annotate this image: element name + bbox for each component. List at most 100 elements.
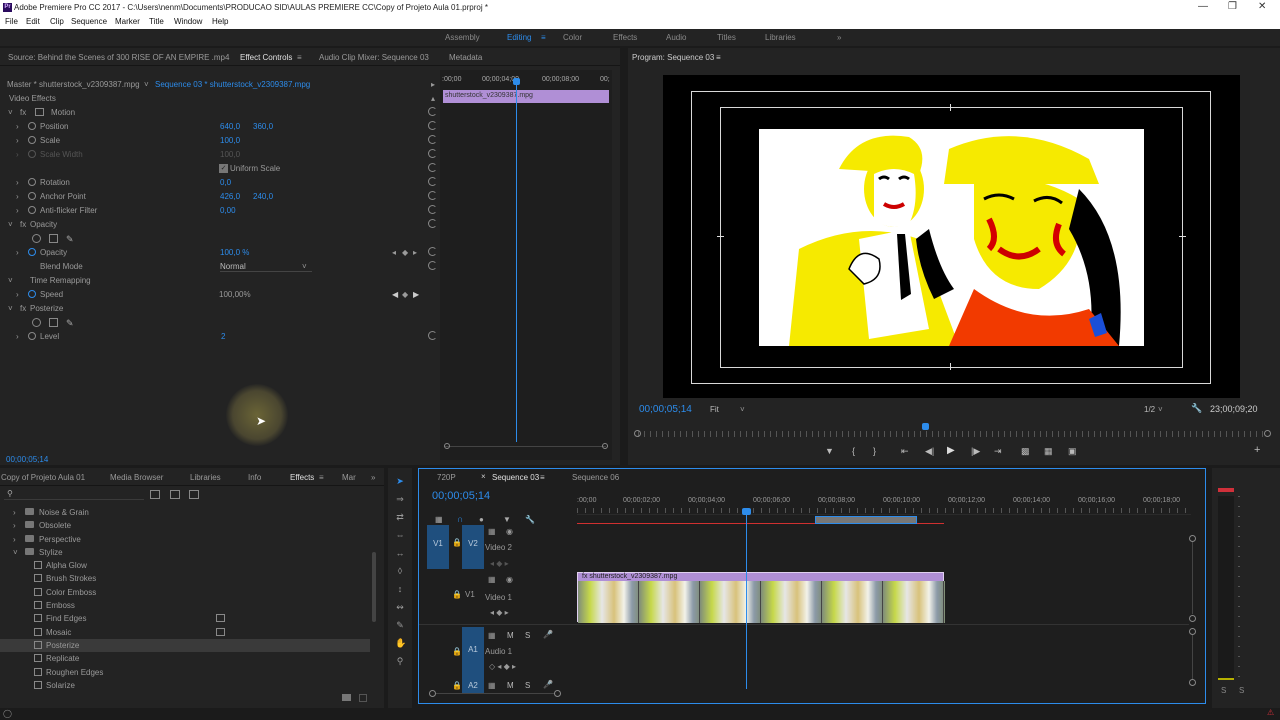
stopwatch-active-icon[interactable] — [28, 290, 36, 298]
source-patch-v1[interactable]: V1 — [427, 525, 449, 569]
effects-search-input[interactable]: ⚲ — [4, 489, 144, 500]
tab-media-browser[interactable]: Media Browser — [110, 473, 163, 482]
list-item[interactable]: Mosaic — [0, 626, 370, 639]
rectangle-mask-icon[interactable] — [49, 318, 58, 327]
mini-clip-bar[interactable]: shutterstock_v2309387.mpg — [443, 90, 609, 103]
tab-sequence-06[interactable]: Sequence 06 — [572, 473, 619, 482]
reset-icon[interactable] — [428, 163, 437, 172]
razor-tool-icon[interactable]: ◊ — [395, 566, 405, 576]
export-frame-icon[interactable]: ▣ — [1068, 446, 1077, 457]
zoom-handle[interactable] — [1189, 628, 1196, 635]
32bit-effects-icon[interactable] — [170, 490, 180, 499]
stopwatch-icon[interactable] — [28, 136, 36, 144]
workspace-assembly[interactable]: Assembly — [445, 33, 480, 42]
opacity-effect-row[interactable]: ˅ fx Opacity — [0, 218, 440, 232]
disclosure-open-icon[interactable]: ˅ — [8, 220, 13, 229]
workspace-effects[interactable]: Effects — [613, 33, 637, 42]
reset-icon[interactable] — [428, 121, 437, 130]
menu-help[interactable]: Help — [212, 17, 228, 26]
keyframe-nav-icon[interactable]: ◂ ◆ ▸ — [490, 608, 509, 617]
zoom-handle[interactable] — [1189, 615, 1196, 622]
ec-timecode[interactable]: 00;00;05;14 — [6, 455, 48, 464]
list-item[interactable]: Emboss — [0, 599, 370, 612]
resolution-select[interactable]: 1/2 — [1144, 405, 1155, 414]
disclosure-icon[interactable]: › — [13, 508, 16, 517]
ripple-edit-tool-icon[interactable]: ⇄ — [395, 512, 405, 522]
zoom-handle[interactable] — [554, 690, 561, 697]
list-item-selected[interactable]: Posterize — [0, 639, 370, 652]
mini-playhead-handle[interactable] — [513, 78, 520, 85]
posterize-effect-row[interactable]: ˅ fx Posterize — [0, 302, 440, 316]
horizontal-scrollbar[interactable] — [436, 693, 554, 694]
menu-title[interactable]: Title — [149, 17, 164, 26]
status-icon[interactable]: ◯ — [3, 709, 12, 718]
selection-tool-icon[interactable]: ➤ — [395, 476, 405, 486]
tab-menu-icon[interactable]: ≡ — [319, 473, 324, 482]
timeline-playhead[interactable] — [746, 511, 747, 689]
sync-lock-icon[interactable]: ▦ — [488, 575, 496, 584]
level-value[interactable]: 2 — [221, 332, 225, 341]
motion-effect-row[interactable]: ˅ fx Motion — [0, 106, 440, 120]
timeline-timecode[interactable]: 00;00;05;14 — [432, 490, 490, 502]
tab-sequence-03[interactable]: Sequence 03 — [492, 473, 539, 482]
tab-720p[interactable]: 720P — [437, 473, 456, 482]
video-audio-divider[interactable] — [419, 624, 1189, 625]
program-monitor-title[interactable]: Program: Sequence 03 — [632, 53, 714, 62]
track-name-video-2[interactable]: Video 2 — [485, 543, 512, 552]
lock-icon[interactable]: 🔒 — [452, 647, 462, 656]
stopwatch-icon[interactable] — [28, 192, 36, 200]
microphone-icon[interactable]: 🎤 — [543, 630, 553, 639]
workspace-titles[interactable]: Titles — [717, 33, 736, 42]
add-keyframe-icon[interactable]: ◆ — [402, 248, 408, 257]
timeline-playhead-handle[interactable] — [742, 508, 751, 515]
close-icon[interactable]: × — [481, 472, 486, 481]
go-to-out-icon[interactable]: ⇥ — [994, 446, 1002, 457]
rate-stretch-tool-icon[interactable]: ↔ — [395, 548, 405, 558]
tab-effects[interactable]: Effects — [290, 473, 314, 482]
reset-icon[interactable] — [428, 331, 437, 340]
mark-out-icon[interactable]: } — [873, 446, 876, 456]
list-item[interactable]: Brush Strokes — [0, 572, 370, 585]
stopwatch-icon[interactable] — [28, 122, 36, 130]
list-item[interactable]: ˅ Stylize — [0, 546, 370, 559]
scale-value[interactable]: 100,0 — [220, 136, 240, 145]
tab-libraries[interactable]: Libraries — [190, 473, 221, 482]
track-name-video-1[interactable]: Video 1 — [485, 593, 512, 602]
mute-button[interactable]: M — [507, 681, 514, 690]
disclosure-icon[interactable]: › — [16, 248, 19, 257]
list-item[interactable]: Color Emboss — [0, 586, 370, 599]
collapse-icon[interactable]: ▴ — [431, 94, 435, 103]
rotation-value[interactable]: 0,0 — [220, 178, 231, 187]
tab-menu-icon[interactable]: ≡ — [540, 473, 545, 482]
slip-tool-icon[interactable]: ↕ — [395, 584, 405, 594]
reset-icon[interactable] — [428, 205, 437, 214]
stopwatch-icon[interactable] — [28, 332, 36, 340]
zoom-handle[interactable] — [1189, 679, 1196, 686]
tab-metadata[interactable]: Metadata — [449, 53, 482, 62]
fx-badge-icon[interactable]: fx — [20, 304, 26, 313]
disclosure-open-icon[interactable]: ˅ — [8, 304, 13, 313]
trash-icon[interactable] — [359, 694, 367, 702]
add-keyframe-icon[interactable]: ◆ — [402, 290, 408, 299]
extract-icon[interactable]: ▦ — [1044, 446, 1053, 457]
list-item[interactable]: › Perspective — [0, 533, 370, 546]
mini-playhead[interactable] — [516, 80, 517, 442]
disclosure-icon[interactable]: › — [16, 178, 19, 187]
mute-button[interactable]: M — [507, 631, 514, 640]
motion-transform-icon[interactable] — [35, 108, 44, 116]
list-item[interactable]: Solarize — [0, 679, 370, 692]
track-target-a1[interactable]: A1 — [462, 627, 484, 685]
microphone-icon[interactable]: 🎤 — [543, 680, 553, 689]
video-clip-v1[interactable]: fx shutterstock_v2309387.mpg — [577, 572, 945, 623]
panel-menu-icon[interactable]: ≡ — [716, 53, 721, 62]
solo-button[interactable]: S — [525, 631, 530, 640]
workspace-overflow-icon[interactable]: » — [837, 33, 841, 42]
menu-clip[interactable]: Clip — [50, 17, 64, 26]
reset-icon[interactable] — [428, 177, 437, 186]
uniform-scale-checkbox[interactable]: ✓ — [219, 164, 228, 173]
ellipse-mask-icon[interactable] — [32, 234, 41, 243]
mark-in-icon[interactable]: { — [852, 446, 855, 456]
workspace-editing[interactable]: Editing — [507, 33, 531, 42]
program-canvas[interactable] — [663, 75, 1240, 398]
pen-tool-icon[interactable]: ✎ — [395, 620, 405, 630]
